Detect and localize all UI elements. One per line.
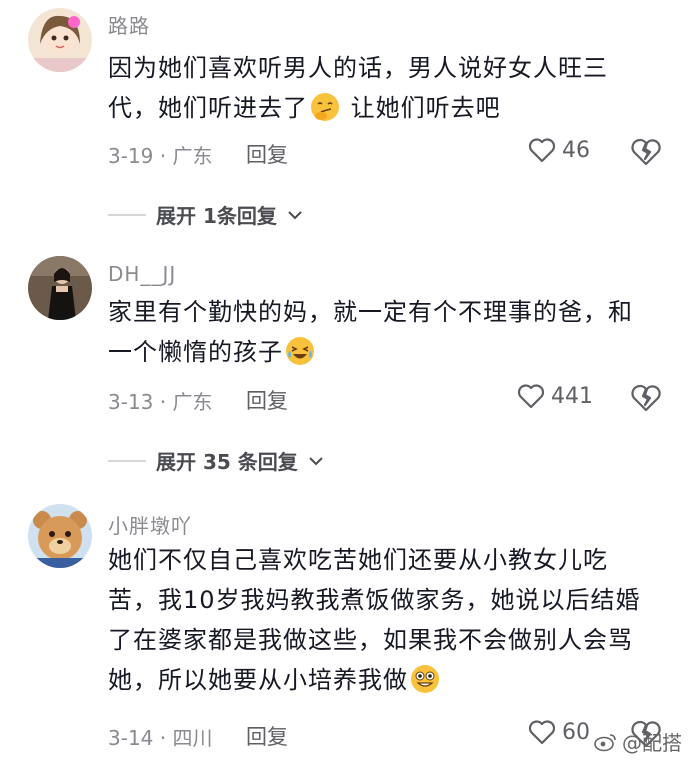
broken-heart-icon[interactable] bbox=[630, 137, 662, 167]
heart-icon bbox=[528, 138, 556, 163]
comment-line: 苦，我10岁我妈教我煮饭做家务，她说以后结婚 bbox=[108, 586, 641, 614]
heart-icon bbox=[517, 384, 545, 409]
expand-replies-button[interactable]: 展开 35 条回复 bbox=[108, 446, 324, 475]
date-location: 3-19 · 广东 bbox=[108, 144, 213, 168]
like-button[interactable]: 60 bbox=[528, 719, 590, 745]
comment-line: 了在婆家都是我做这些，如果我不会做别人会骂 bbox=[108, 626, 633, 654]
comment-text: 家里有个勤快的妈，就一定有个不理事的爸，和 一个懒惰的孩子 bbox=[108, 292, 668, 372]
watermark: @配搭 bbox=[594, 727, 682, 756]
comment-text-part: 代，她们听进去了 bbox=[108, 94, 308, 122]
reply-button[interactable]: 回复 bbox=[246, 385, 288, 415]
comment-line: 她们不仅自己喜欢吃苦她们还要从小教女儿吃 bbox=[108, 546, 608, 574]
broken-heart-icon[interactable] bbox=[630, 383, 662, 413]
chevron-down-icon bbox=[288, 210, 302, 219]
like-count: 441 bbox=[551, 383, 593, 409]
comment-text-part: 她，所以她要从小培养我做 bbox=[108, 666, 408, 694]
comment-line: 她，所以她要从小培养我做 bbox=[108, 660, 668, 700]
username[interactable]: 路路 bbox=[108, 10, 150, 39]
reply-button[interactable]: 回复 bbox=[246, 721, 288, 751]
like-button[interactable]: 46 bbox=[528, 137, 590, 163]
chevron-down-icon bbox=[309, 456, 323, 465]
like-count: 46 bbox=[562, 137, 590, 163]
divider bbox=[108, 213, 146, 216]
comment-line: 一个懒惰的孩子 bbox=[108, 332, 668, 372]
comment-text: 她们不仅自己喜欢吃苦她们还要从小教女儿吃 苦，我10岁我妈教我煮饭做家务，她说以… bbox=[108, 540, 668, 700]
heart-icon bbox=[528, 720, 556, 745]
weibo-logo-icon bbox=[594, 733, 616, 751]
smirk-emoji-icon bbox=[310, 92, 340, 122]
expand-replies-button[interactable]: 展开 1条回复 bbox=[108, 200, 303, 229]
like-button[interactable]: 441 bbox=[517, 383, 593, 409]
expand-label: 展开 1条回复 bbox=[156, 204, 277, 228]
like-count: 60 bbox=[562, 719, 590, 745]
laugh-cry-emoji-icon bbox=[285, 336, 315, 366]
silly-grin-emoji-icon bbox=[410, 664, 440, 694]
username[interactable]: DH__JJ bbox=[108, 262, 176, 286]
avatar[interactable] bbox=[28, 256, 92, 320]
reply-button[interactable]: 回复 bbox=[246, 139, 288, 169]
comment-text-part: 一个懒惰的孩子 bbox=[108, 338, 283, 366]
avatar[interactable] bbox=[28, 8, 92, 72]
comment-text: 因为她们喜欢听男人的话，男人说好女人旺三 代，她们听进去了 让她们听去吧 bbox=[108, 48, 668, 128]
expand-label: 展开 35 条回复 bbox=[156, 450, 298, 474]
date-location: 3-13 · 广东 bbox=[108, 390, 213, 414]
divider bbox=[108, 459, 146, 462]
avatar[interactable] bbox=[28, 504, 92, 568]
comment-line: 代，她们听进去了 让她们听去吧 bbox=[108, 88, 668, 128]
comment-line: 因为她们喜欢听男人的话，男人说好女人旺三 bbox=[108, 54, 608, 82]
watermark-text: @配搭 bbox=[622, 731, 682, 755]
comment-line: 家里有个勤快的妈，就一定有个不理事的爸，和 bbox=[108, 298, 633, 326]
username[interactable]: 小胖墩吖 bbox=[108, 510, 192, 539]
comment-text-part: 让她们听去吧 bbox=[342, 94, 501, 122]
date-location: 3-14 · 四川 bbox=[108, 726, 213, 750]
